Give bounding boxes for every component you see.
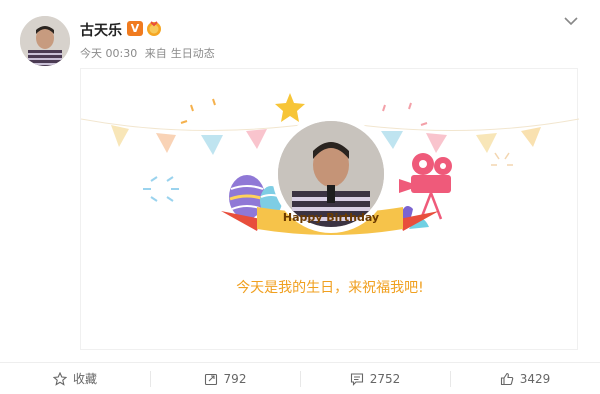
- username[interactable]: 古天乐: [80, 20, 122, 40]
- action-bar: 收藏 792 2752 3429: [0, 362, 600, 394]
- repost-count: 792: [223, 371, 247, 386]
- avatar[interactable]: [20, 16, 70, 66]
- star-icon: [52, 371, 67, 386]
- comment-count: 2752: [369, 371, 401, 386]
- ribbon-text: Happy Birthday: [282, 211, 380, 224]
- post-meta: 今天 00:30 来自 生日动态: [80, 45, 219, 61]
- weibo-post-card: 古天乐 V 今天 00:30 来自 生日动态 Happy Birthday 今天…: [0, 0, 600, 394]
- verified-badge-icon: V: [127, 21, 143, 36]
- post-source-prefix: 来自: [144, 47, 167, 60]
- favorite-button[interactable]: 收藏: [0, 363, 150, 394]
- like-button[interactable]: 3429: [450, 363, 600, 394]
- chevron-down-icon[interactable]: [562, 14, 580, 28]
- like-count: 3429: [519, 371, 551, 386]
- thumbs-up-icon: [500, 372, 513, 385]
- comment-icon: [350, 372, 363, 386]
- post-source[interactable]: 生日动态: [171, 47, 215, 60]
- post-time: 今天 00:30: [80, 47, 138, 60]
- repost-icon: [204, 373, 217, 385]
- repost-button[interactable]: 792: [150, 363, 300, 394]
- comment-button[interactable]: 2752: [300, 363, 450, 394]
- birthday-banner[interactable]: Happy Birthday 今天是我的生日，来祝福我吧!: [80, 68, 579, 350]
- medal-icon: [147, 21, 161, 36]
- birthday-greeting: 今天是我的生日，来祝福我吧!: [236, 280, 424, 296]
- favorite-label: 收藏: [72, 372, 97, 386]
